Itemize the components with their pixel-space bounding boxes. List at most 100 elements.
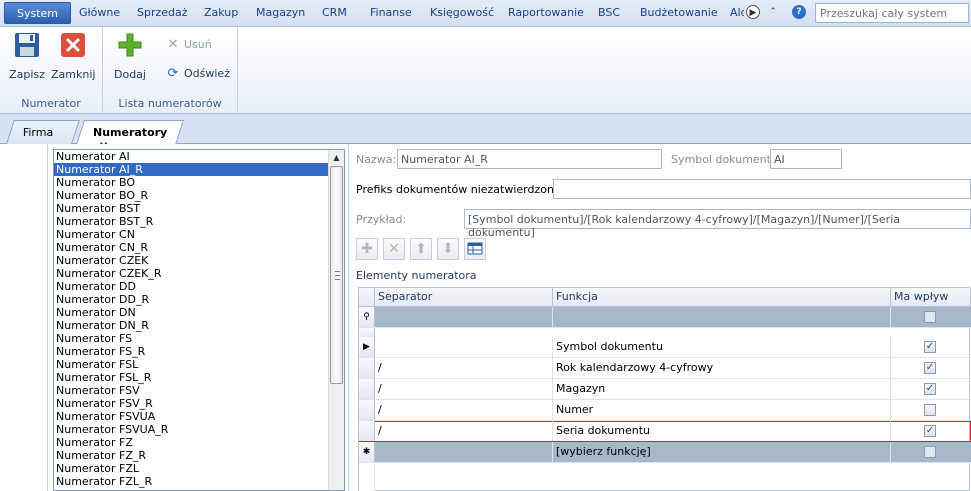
new-row-impact-cell[interactable] [891, 442, 971, 462]
impact-cell[interactable]: ✓ [891, 379, 971, 399]
add-button[interactable]: Dodaj [108, 29, 152, 81]
menu-magazyn[interactable]: Magazyn [256, 6, 305, 19]
impact-checkbox[interactable]: ✓ [924, 341, 936, 353]
list-scrollbar[interactable]: ▲ [328, 150, 344, 490]
list-item[interactable]: Numerator BO [54, 176, 344, 189]
function-cell[interactable]: Rok kalendarzowy 4-cyfrowy [553, 358, 891, 378]
tab-numeratory[interactable]: Numeratory✕ [75, 120, 185, 153]
column-chooser-button[interactable] [464, 238, 486, 260]
save-button[interactable]: Zapisz [5, 29, 49, 81]
menu-raportowanie[interactable]: Raportowanie [508, 6, 584, 19]
list-item[interactable]: Numerator CN_R [54, 241, 344, 254]
table-row[interactable]: / Numer [359, 400, 971, 421]
list-item[interactable]: Numerator BST_R [54, 215, 344, 228]
new-row-function-cell[interactable]: [wybierz funkcję] [553, 442, 891, 462]
list-item[interactable]: Numerator FZ_R [54, 449, 344, 462]
menu-glowne[interactable]: Główne [79, 6, 120, 19]
list-item[interactable]: Numerator BST [54, 202, 344, 215]
scroll-right-icon[interactable]: ▶ [746, 5, 760, 19]
impact-checkbox[interactable] [924, 404, 936, 416]
column-header-function[interactable]: Funkcja [553, 288, 891, 306]
new-row-impact-checkbox[interactable] [924, 446, 936, 458]
menu-sprzedaz[interactable]: Sprzedaż [137, 6, 188, 19]
list-item[interactable]: Numerator AI_R [54, 163, 344, 176]
list-item[interactable]: Numerator FSL_R [54, 371, 344, 384]
impact-checkbox[interactable]: ✓ [924, 362, 936, 374]
delete-button[interactable]: ✕ Usuń [166, 38, 212, 56]
numerator-list[interactable]: Numerator AI Numerator AI_R Numerator BO Nu… [53, 149, 345, 491]
prefix-field[interactable] [553, 179, 971, 199]
filter-function-cell[interactable] [553, 307, 891, 327]
separator-cell[interactable]: / [375, 400, 553, 420]
list-item[interactable]: Numerator FS_R [54, 345, 344, 358]
tab-firma[interactable]: Firma [6, 120, 80, 144]
name-field[interactable]: Numerator AI_R [397, 149, 662, 169]
impact-cell[interactable]: ✓ [891, 358, 971, 378]
delete-element-button[interactable]: ✕ [383, 238, 405, 260]
filter-impact-checkbox[interactable] [924, 311, 936, 323]
list-item[interactable]: Numerator CZEK [54, 254, 344, 267]
list-item[interactable]: Numerator FZL [54, 462, 344, 475]
list-item[interactable]: Numerator FS [54, 332, 344, 345]
close-button[interactable]: Zamknij [51, 29, 96, 81]
separator-cell[interactable]: / [375, 358, 553, 378]
impact-checkbox[interactable]: ✓ [924, 425, 936, 437]
menu-crm[interactable]: CRM [322, 6, 347, 19]
impact-cell[interactable]: ✓ [891, 337, 971, 357]
table-row[interactable]: / Seria dokumentu ✓ [359, 421, 971, 442]
function-cell[interactable]: Symbol dokumentu [553, 337, 891, 357]
impact-cell[interactable]: ✓ [891, 421, 971, 441]
list-item[interactable]: Numerator DN [54, 306, 344, 319]
separator-cell[interactable]: / [375, 421, 553, 441]
menu-zakup[interactable]: Zakup [204, 6, 238, 19]
menu-bsc[interactable]: BSC [598, 6, 620, 19]
list-item[interactable]: Numerator AI [54, 150, 344, 163]
table-row[interactable]: ▶ Symbol dokumentu ✓ [359, 337, 971, 358]
add-element-button[interactable]: ✚ [356, 238, 378, 260]
table-row[interactable]: / Magazyn ✓ [359, 379, 971, 400]
refresh-button[interactable]: ⟳ Odśwież [166, 67, 230, 85]
new-row-asterisk-icon: ✱ [359, 442, 375, 462]
filter-separator-cell[interactable] [375, 307, 553, 327]
impact-checkbox[interactable]: ✓ [924, 383, 936, 395]
new-row-separator-cell[interactable] [375, 442, 553, 462]
menu-system[interactable]: System [4, 2, 72, 24]
impact-cell[interactable] [891, 400, 971, 420]
separator-cell[interactable]: / [375, 379, 553, 399]
list-item[interactable]: Numerator FSV [54, 384, 344, 397]
function-cell[interactable]: Seria dokumentu [553, 421, 891, 441]
search-input[interactable] [815, 3, 969, 23]
list-item[interactable]: Numerator FSL [54, 358, 344, 371]
list-item[interactable]: Numerator DD_R [54, 293, 344, 306]
move-up-button[interactable]: ⬆ [410, 238, 432, 260]
list-item[interactable]: Numerator FZL_R [54, 475, 344, 488]
filter-impact-cell[interactable] [891, 307, 971, 327]
scroll-up-icon[interactable]: ▲ [329, 150, 344, 165]
separator-cell[interactable] [375, 337, 553, 357]
list-item[interactable]: Numerator DD [54, 280, 344, 293]
scroll-thumb[interactable] [330, 166, 343, 384]
menu-ksiegowosc[interactable]: Księgowość [430, 6, 494, 19]
column-header-separator[interactable]: Separator [375, 288, 553, 306]
list-item[interactable]: Numerator FSVUA_R [54, 423, 344, 436]
menu-overflow-item[interactable]: Alo [730, 6, 744, 19]
table-row[interactable]: / Rok kalendarzowy 4-cyfrowy ✓ [359, 358, 971, 379]
move-down-button[interactable]: ⬇ [437, 238, 459, 260]
menu-budzetowanie[interactable]: Budżetowanie [640, 6, 718, 19]
symbol-field[interactable]: AI [770, 149, 842, 169]
list-item[interactable]: Numerator BO_R [54, 189, 344, 202]
list-item[interactable]: Numerator CN [54, 228, 344, 241]
function-cell[interactable]: Magazyn [553, 379, 891, 399]
minimize-ribbon-icon[interactable]: ⌃ [766, 5, 780, 19]
help-icon[interactable]: ? [792, 5, 806, 19]
list-item[interactable]: Numerator CZEK_R [54, 267, 344, 280]
close-label: Zamknij [51, 68, 96, 81]
list-item[interactable]: Numerator FSVUA [54, 410, 344, 423]
list-item[interactable]: Numerator DN_R [54, 319, 344, 332]
function-cell[interactable]: Numer [553, 400, 891, 420]
menu-finanse[interactable]: Finanse [370, 6, 412, 19]
pane-divider[interactable] [348, 144, 349, 491]
list-item[interactable]: Numerator FSV_R [54, 397, 344, 410]
list-item[interactable]: Numerator FZ [54, 436, 344, 449]
column-header-impact[interactable]: Ma wpływ [891, 288, 971, 306]
